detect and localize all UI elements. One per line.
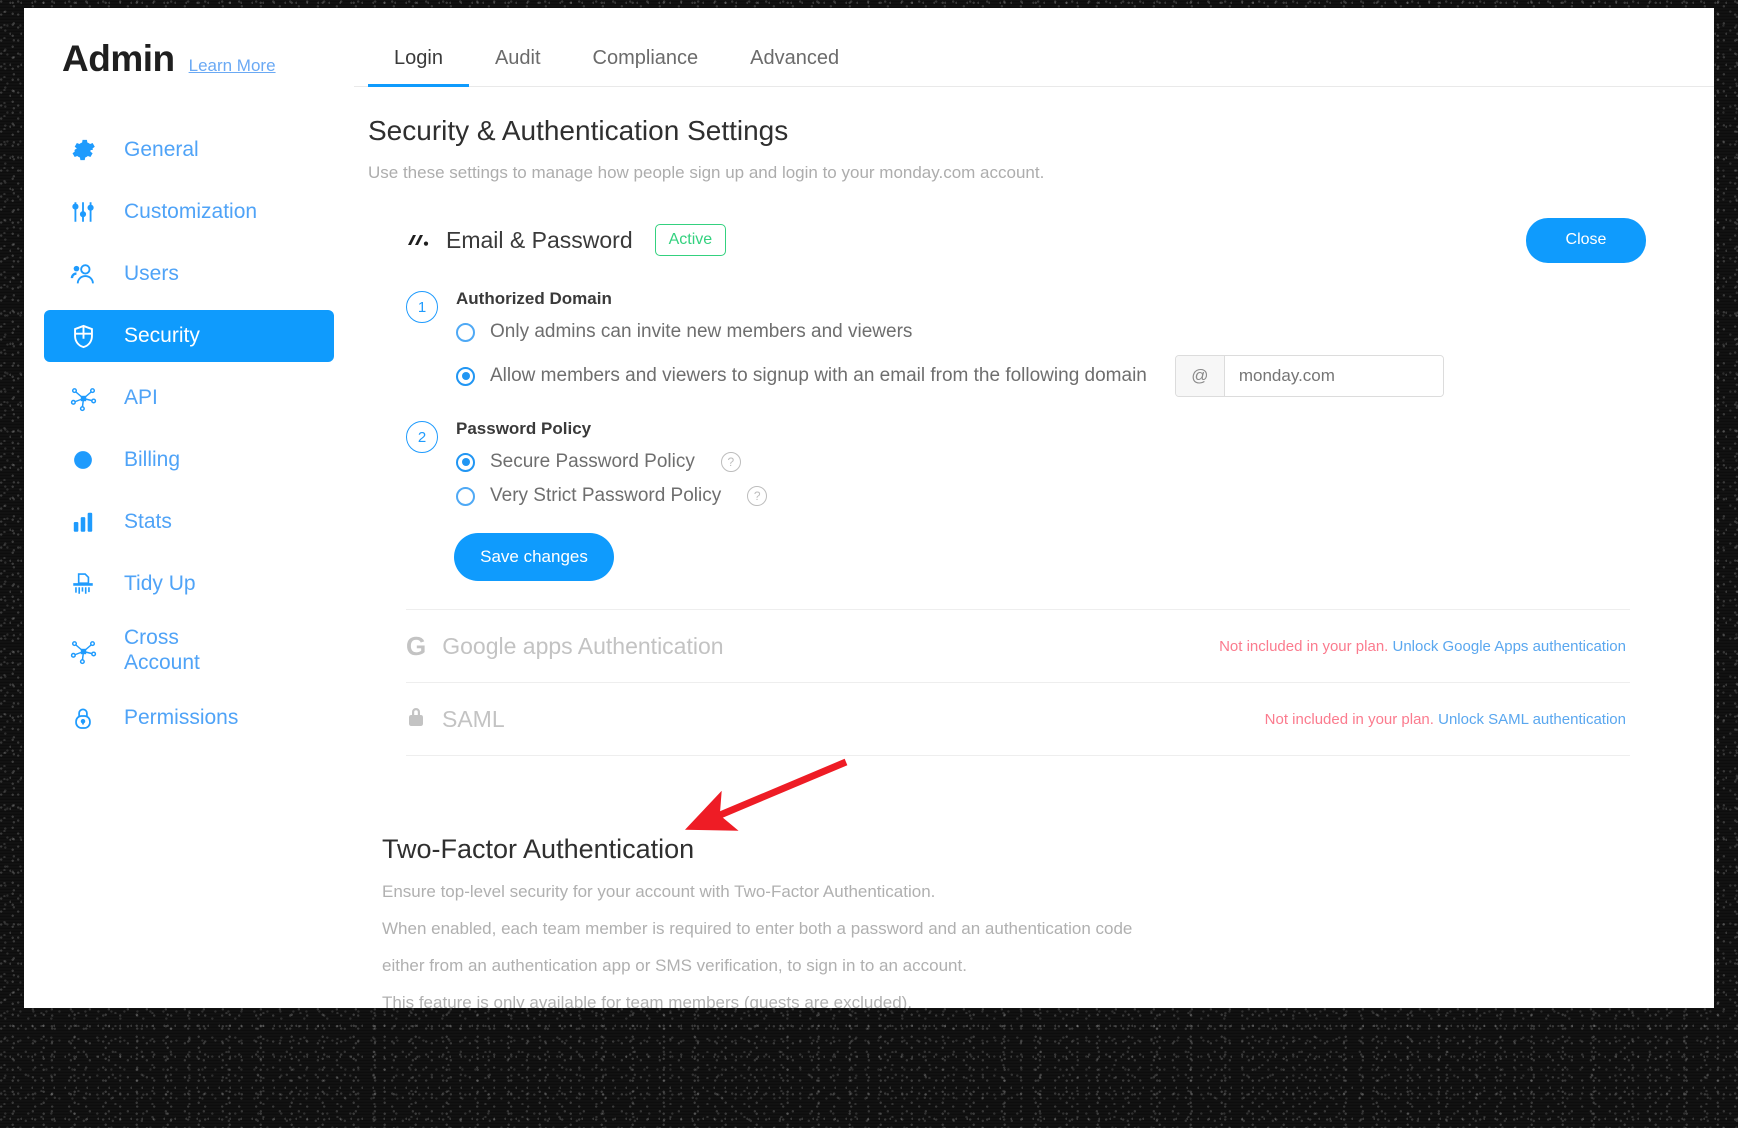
provider-row-saml[interactable]: SAML Not included in your plan. Unlock S… bbox=[368, 683, 1668, 755]
users-icon bbox=[66, 260, 100, 288]
at-symbol-prefix: @ bbox=[1175, 356, 1225, 396]
tab-advanced[interactable]: Advanced bbox=[724, 47, 865, 86]
plan-note: Not included in your plan. Unlock Google… bbox=[1219, 638, 1626, 655]
step-password-policy: 2 Password Policy Secure Password Policy… bbox=[406, 419, 1668, 507]
padlock-icon bbox=[406, 705, 426, 734]
unlock-google-link[interactable]: Unlock Google Apps authentication bbox=[1393, 638, 1627, 655]
two-factor-line: This feature is only available for team … bbox=[382, 993, 913, 1008]
radio-label: Only admins can invite new members and v… bbox=[490, 321, 913, 342]
shield-icon bbox=[66, 323, 100, 350]
radio-row-secure-policy[interactable]: Secure Password Policy ? bbox=[456, 451, 767, 473]
radio-row-admins-only[interactable]: Only admins can invite new members and v… bbox=[456, 321, 1444, 343]
step-authorized-domain: 1 Authorized Domain Only admins can invi… bbox=[406, 289, 1668, 397]
lock-icon bbox=[66, 705, 100, 731]
sidebar-item-label: Billing bbox=[124, 447, 181, 471]
sidebar-item-label: API bbox=[124, 385, 158, 409]
save-changes-button[interactable]: Save changes bbox=[454, 533, 614, 581]
sidebar-item-label: Stats bbox=[124, 509, 172, 533]
help-icon[interactable]: ? bbox=[720, 452, 741, 472]
radio-very-strict-policy[interactable] bbox=[456, 486, 475, 506]
domain-input[interactable] bbox=[1224, 356, 1443, 396]
status-badge: Active bbox=[654, 224, 727, 256]
sidebar-item-label: Security bbox=[124, 323, 200, 347]
sidebar-item-users[interactable]: Users bbox=[44, 248, 334, 300]
tab-audit[interactable]: Audit bbox=[469, 47, 567, 86]
page-subtitle: Use these settings to manage how people … bbox=[368, 163, 1045, 182]
sidebar-item-permissions[interactable]: Permissions bbox=[44, 692, 334, 744]
step-number: 1 bbox=[406, 291, 438, 323]
bar-chart-icon bbox=[66, 509, 100, 535]
sliders-icon bbox=[66, 199, 100, 225]
sidebar-item-label: General bbox=[124, 137, 199, 161]
radio-row-very-strict-policy[interactable]: Very Strict Password Policy ? bbox=[456, 485, 768, 507]
provider-name: Email & Password bbox=[446, 226, 633, 253]
sidebar-item-security[interactable]: Security bbox=[44, 310, 334, 362]
sidebar-item-label: Permissions bbox=[124, 705, 239, 729]
radio-admins-only[interactable] bbox=[456, 322, 475, 342]
sidebar-item-stats[interactable]: Stats bbox=[44, 496, 334, 548]
sidebar-item-api[interactable]: API bbox=[44, 372, 334, 424]
sidebar-item-cross-account[interactable]: Cross Account bbox=[44, 620, 334, 682]
tab-login[interactable]: Login bbox=[368, 47, 469, 87]
shredder-icon bbox=[66, 571, 100, 597]
sidebar-item-label: Cross Account bbox=[124, 626, 200, 674]
sidebar-nav: General Customization Users Security API… bbox=[24, 124, 354, 744]
step-body: Authorized Domain Only admins can invite… bbox=[456, 289, 1444, 397]
plan-note: Not included in your plan. Unlock SAML a… bbox=[1265, 711, 1626, 728]
tab-bar: Login Audit Compliance Advanced bbox=[354, 8, 1714, 87]
help-icon[interactable]: ? bbox=[747, 486, 768, 506]
provider-name: SAML bbox=[442, 705, 505, 732]
gear-icon bbox=[66, 137, 100, 163]
radio-row-allow-domain[interactable]: Allow members and viewers to signup with… bbox=[456, 355, 1444, 397]
network-icon bbox=[66, 638, 100, 665]
sidebar-item-label: Customization bbox=[124, 199, 258, 223]
brand: Admin Learn More bbox=[24, 8, 354, 80]
sidebar-item-general[interactable]: General bbox=[44, 124, 334, 176]
domain-field: @ bbox=[1174, 355, 1444, 397]
google-icon: G bbox=[406, 631, 427, 661]
step-title: Password Policy bbox=[456, 419, 592, 438]
network-icon bbox=[66, 385, 100, 412]
radio-label: Secure Password Policy bbox=[490, 451, 695, 472]
brand-title: Admin bbox=[62, 38, 175, 79]
circle-icon bbox=[66, 447, 100, 473]
step-number: 2 bbox=[406, 421, 438, 453]
two-factor-title: Two-Factor Authentication bbox=[382, 834, 695, 864]
sidebar-item-customization[interactable]: Customization bbox=[44, 186, 334, 238]
sidebar-item-tidy-up[interactable]: Tidy Up bbox=[44, 558, 334, 610]
sidebar-item-label: Tidy Up bbox=[124, 571, 196, 595]
two-factor-line: When enabled, each team member is requir… bbox=[382, 919, 1133, 938]
radio-label: Very Strict Password Policy bbox=[490, 485, 722, 506]
unlock-saml-link[interactable]: Unlock SAML authentication bbox=[1438, 711, 1626, 728]
sidebar-item-billing[interactable]: Billing bbox=[44, 434, 334, 486]
two-factor-line: either from an authentication app or SMS… bbox=[382, 956, 967, 975]
sidebar-item-label: Users bbox=[124, 261, 179, 285]
plan-note-text: Not included in your plan. bbox=[1264, 710, 1439, 728]
step-title: Authorized Domain bbox=[456, 289, 612, 308]
divider bbox=[406, 755, 1630, 756]
two-factor-section: Two-Factor Authentication Ensure top-lev… bbox=[368, 758, 1668, 1008]
learn-more-link[interactable]: Learn More bbox=[189, 56, 276, 76]
email-password-card: Email & Password Active Close 1 Authoriz… bbox=[368, 213, 1668, 581]
sidebar: Admin Learn More General Customization U… bbox=[24, 8, 354, 1008]
two-factor-line: Ensure top-level security for your accou… bbox=[382, 882, 936, 901]
tab-compliance[interactable]: Compliance bbox=[567, 47, 725, 86]
content-area: Security & Authentication Settings Use t… bbox=[354, 87, 1714, 1008]
radio-secure-policy[interactable] bbox=[456, 452, 475, 472]
provider-row-google[interactable]: G Google apps Authentication Not include… bbox=[368, 610, 1668, 682]
radio-label: Allow members and viewers to signup with… bbox=[490, 365, 1147, 386]
monday-logo-icon bbox=[406, 232, 432, 248]
admin-window: Admin Learn More General Customization U… bbox=[24, 8, 1714, 1008]
plan-note-text: Not included in your plan. bbox=[1219, 637, 1393, 655]
provider-name: Google apps Authentication bbox=[442, 632, 724, 659]
main-panel: Login Audit Compliance Advanced Security… bbox=[354, 8, 1714, 1008]
page-title: Security & Authentication Settings bbox=[368, 115, 789, 146]
radio-allow-domain[interactable] bbox=[456, 366, 475, 386]
step-body: Password Policy Secure Password Policy ?… bbox=[456, 419, 768, 507]
email-password-header: Email & Password Active Close bbox=[406, 213, 1668, 267]
close-button[interactable]: Close bbox=[1526, 217, 1646, 263]
